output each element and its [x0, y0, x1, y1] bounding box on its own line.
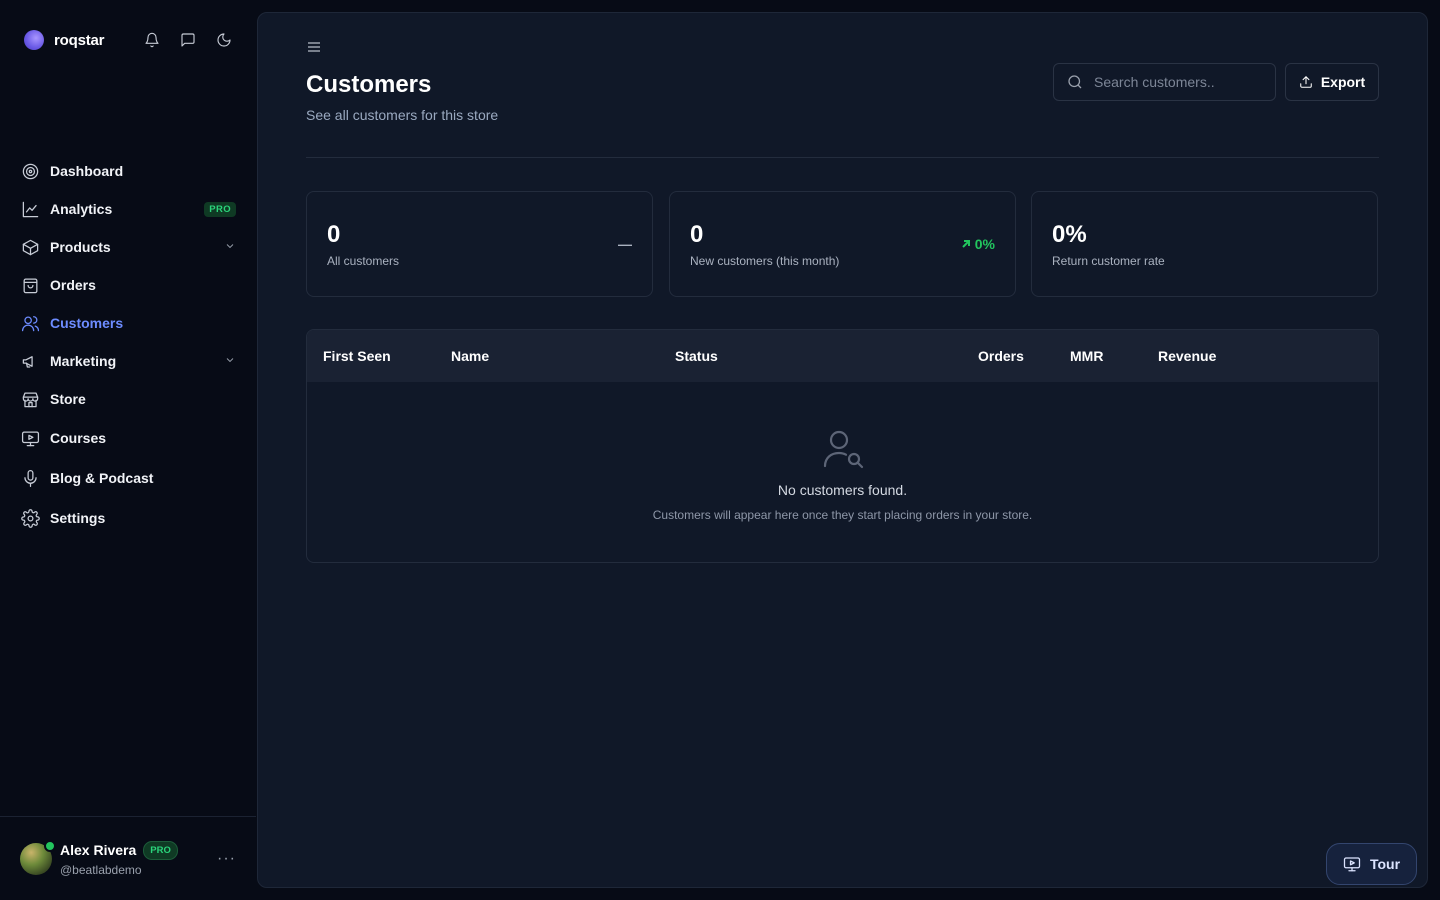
chevron-down-icon[interactable]	[224, 353, 236, 369]
sidebar-item-blog-podcast[interactable]: Blog & Podcast	[16, 458, 240, 498]
moon-icon[interactable]	[214, 30, 234, 50]
user-name-line: Alex Rivera PRO	[60, 840, 178, 860]
tour-button[interactable]: Tour	[1326, 843, 1417, 885]
export-button[interactable]: Export	[1285, 63, 1379, 101]
column-header-first-seen[interactable]: First Seen	[323, 348, 391, 364]
user-handle: @beatlabdemo	[60, 862, 142, 877]
search-field[interactable]	[1053, 63, 1276, 101]
analytics-icon	[20, 199, 40, 219]
sidebar-item-courses[interactable]: Courses	[16, 418, 240, 458]
sidebar: roqstar Dashboard Analytics PRO Products…	[0, 0, 256, 900]
dashboard-icon	[20, 161, 40, 181]
microphone-icon	[20, 468, 40, 488]
table-header: First Seen Name Status Orders MMR Revenu…	[307, 330, 1378, 382]
divider	[306, 157, 1379, 158]
search-input[interactable]	[1094, 74, 1254, 90]
pro-badge: PRO	[204, 201, 236, 217]
stat-trend: —	[618, 236, 632, 252]
sidebar-item-customers[interactable]: Customers	[16, 304, 240, 342]
search-icon	[1068, 75, 1082, 89]
stat-label: All customers	[327, 254, 400, 268]
sidebar-item-label: Products	[50, 239, 111, 255]
stat-card-new-customers: 0 New customers (this month) 0%	[669, 191, 1016, 297]
page-title: Customers	[306, 71, 432, 98]
user-name: Alex Rivera	[60, 842, 137, 858]
main-panel: Customers See all customers for this sto…	[257, 12, 1428, 888]
customers-table: First Seen Name Status Orders MMR Revenu…	[306, 329, 1379, 563]
user-info: Alex Rivera PRO @beatlabdemo	[60, 840, 178, 877]
stat-card-all-customers: 0 All customers —	[306, 191, 653, 297]
store-icon	[20, 389, 40, 409]
sidebar-item-label: Dashboard	[50, 163, 124, 179]
tour-label: Tour	[1369, 856, 1401, 872]
empty-title: No customers found.	[777, 482, 908, 498]
stat-trend-value: 0%	[974, 236, 995, 252]
sidebar-item-dashboard[interactable]: Dashboard	[16, 152, 240, 190]
column-header-mmr[interactable]: MMR	[1070, 348, 1103, 364]
chevron-down-icon[interactable]	[224, 239, 236, 255]
sidebar-item-label: Store	[50, 391, 86, 407]
export-label: Export	[1320, 74, 1366, 90]
menu-icon[interactable]	[306, 39, 322, 55]
column-header-orders[interactable]: Orders	[978, 348, 1024, 364]
user-search-icon	[819, 426, 867, 474]
avatar	[20, 839, 56, 875]
stat-label: Return customer rate	[1052, 254, 1165, 268]
empty-description: Customers will appear here once they sta…	[652, 508, 1033, 522]
brand-name: roqstar	[54, 31, 105, 49]
stat-trend: 0%	[960, 236, 995, 252]
page-subtitle: See all customers for this store	[306, 107, 499, 123]
stat-label: New customers (this month)	[690, 254, 840, 268]
online-status-dot	[44, 839, 56, 852]
presentation-icon	[1343, 857, 1361, 872]
sidebar-item-marketing[interactable]: Marketing	[16, 342, 240, 380]
brand-row: roqstar	[24, 28, 236, 52]
users-icon	[20, 313, 40, 333]
bag-icon	[20, 275, 40, 295]
sidebar-item-label: Orders	[50, 277, 96, 293]
sidebar-item-label: Settings	[50, 510, 106, 526]
gear-icon	[20, 508, 40, 528]
sidebar-item-store[interactable]: Store	[16, 380, 240, 418]
more-options-icon[interactable]: ···	[217, 850, 236, 868]
stat-value: 0	[690, 221, 704, 248]
stat-value: 0%	[1052, 221, 1087, 248]
sidebar-nav: Dashboard Analytics PRO Products Orders	[16, 152, 240, 538]
sidebar-item-label: Analytics	[50, 201, 113, 217]
sidebar-item-label: Customers	[50, 315, 124, 331]
stat-value: 0	[327, 221, 341, 248]
upload-icon	[1300, 76, 1312, 88]
sidebar-item-label: Marketing	[50, 353, 117, 369]
sidebar-item-orders[interactable]: Orders	[16, 266, 240, 304]
stat-card-return-rate: 0% Return customer rate	[1031, 191, 1378, 297]
empty-state: No customers found. Customers will appea…	[307, 426, 1378, 522]
sidebar-item-label: Blog & Podcast	[50, 470, 154, 486]
sidebar-item-label: Courses	[50, 430, 107, 446]
megaphone-icon	[20, 351, 40, 371]
box-icon	[20, 237, 40, 257]
presentation-icon	[20, 428, 40, 448]
user-pro-badge: PRO	[143, 840, 178, 860]
sidebar-item-settings[interactable]: Settings	[16, 498, 240, 538]
brand-logo	[24, 30, 44, 50]
bell-icon[interactable]	[142, 30, 162, 50]
header-actions	[142, 30, 234, 50]
arrow-up-right-icon	[962, 240, 970, 248]
column-header-name[interactable]: Name	[451, 348, 489, 364]
user-profile[interactable]: Alex Rivera PRO @beatlabdemo ···	[0, 816, 256, 900]
sidebar-item-products[interactable]: Products	[16, 228, 240, 266]
column-header-revenue[interactable]: Revenue	[1158, 348, 1216, 364]
column-header-status[interactable]: Status	[675, 348, 718, 364]
sidebar-item-analytics[interactable]: Analytics PRO	[16, 190, 240, 228]
message-icon[interactable]	[178, 30, 198, 50]
